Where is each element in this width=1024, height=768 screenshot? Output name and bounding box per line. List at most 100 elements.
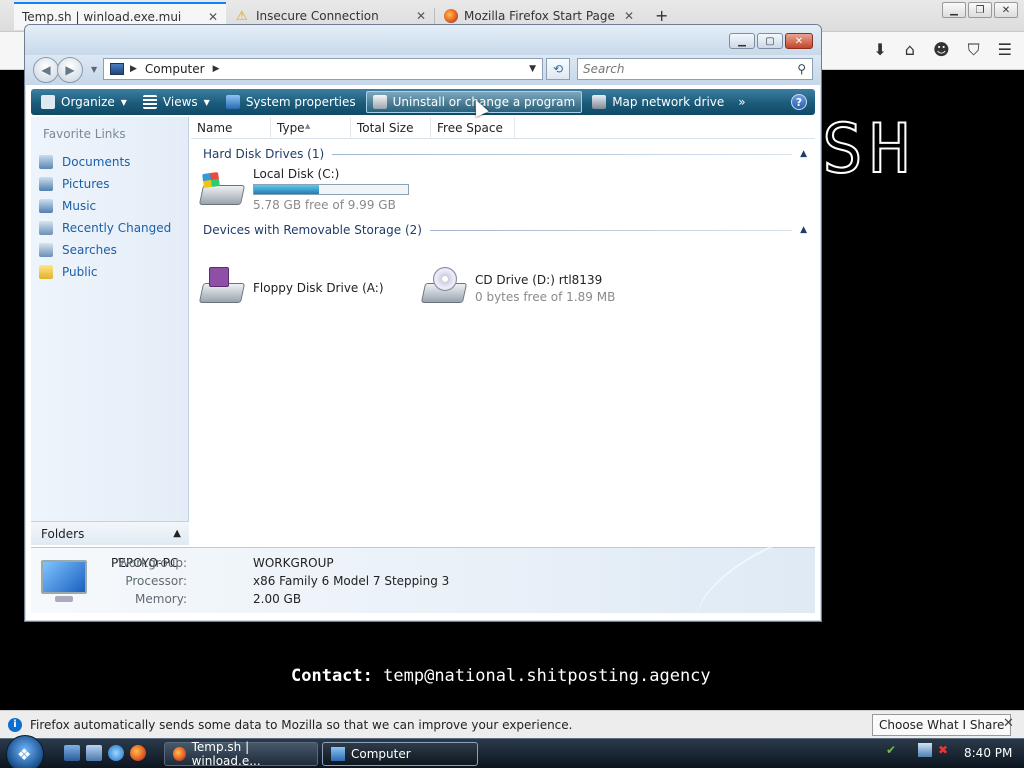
contact-email[interactable]: temp@national.shitposting.agency xyxy=(383,666,711,686)
start-button[interactable]: ❖ xyxy=(6,735,44,768)
pocket-icon[interactable]: ⛉ xyxy=(968,40,980,60)
explorer-title-bar[interactable]: ▁ ▢ ✕ xyxy=(25,25,821,55)
tab-close-icon[interactable]: ✕ xyxy=(416,9,426,23)
explorer-window-controls: ▁ ▢ ✕ xyxy=(729,33,813,49)
navigation-pane: Favorite Links Documents Pictures Music … xyxy=(31,117,189,545)
tab-close-icon[interactable]: ✕ xyxy=(624,9,634,23)
new-tab-button[interactable]: + xyxy=(655,6,668,25)
group-header-removable[interactable]: Devices with Removable Storage (2) ▲ xyxy=(203,223,807,237)
workgroup-value: WORKGROUP xyxy=(253,556,334,570)
decorative-swoosh xyxy=(679,537,811,621)
close-icon[interactable]: ✕ xyxy=(1003,716,1014,731)
warning-icon: ⚠ xyxy=(236,9,248,24)
help-icon[interactable]: ? xyxy=(791,94,807,110)
chevron-up-icon[interactable]: ▲ xyxy=(800,225,807,235)
download-icon[interactable]: ⬇ xyxy=(873,40,886,60)
search-input[interactable]: Search ⚲ xyxy=(577,58,813,80)
group-divider xyxy=(332,153,793,155)
tab-title: Insecure Connection xyxy=(256,9,379,23)
switch-windows-icon[interactable] xyxy=(86,745,102,761)
column-header-name[interactable]: Name xyxy=(191,117,271,138)
restore-icon[interactable]: ❐ xyxy=(968,2,992,18)
clock[interactable]: 8:40 PM xyxy=(964,746,1012,760)
organize-label: Organize xyxy=(61,95,115,109)
close-icon[interactable]: ✕ xyxy=(994,2,1018,18)
folders-label: Folders xyxy=(41,526,85,541)
details-pane: PEPOYO-PC Workgroup: WORKGROUP Processor… xyxy=(31,537,815,621)
address-row: ◀ ▶ ▼ ▶ Computer ▶ ▼ ⟲ Search ⚲ xyxy=(25,55,821,85)
chevron-down-icon[interactable]: ▼ xyxy=(529,64,536,74)
chevron-right-icon[interactable]: ▶ xyxy=(130,64,137,74)
favorite-links-list: Documents Pictures Music Recently Change… xyxy=(39,151,171,283)
sidebar-item-recently-changed[interactable]: Recently Changed xyxy=(39,217,171,239)
views-button[interactable]: Views ▼ xyxy=(137,91,216,113)
show-desktop-icon[interactable] xyxy=(64,745,80,761)
extension-icon[interactable]: ☻ xyxy=(933,40,950,60)
security-icon[interactable]: ✔ xyxy=(886,743,900,757)
search-icon[interactable]: ⚲ xyxy=(797,62,806,76)
taskbar-button-label: Temp.sh | winload.e... xyxy=(191,740,261,768)
drive-info: CD Drive (D:) rtl8139 0 bytes free of 1.… xyxy=(475,273,615,304)
chevron-up-icon[interactable]: ▲ xyxy=(800,149,807,159)
tab-separator xyxy=(434,8,435,24)
group-header-hdd[interactable]: Hard Disk Drives (1) ▲ xyxy=(203,147,807,161)
tab-title: Mozilla Firefox Start Page xyxy=(464,9,615,23)
choose-what-i-share-button[interactable]: Choose What I Share xyxy=(872,714,1012,736)
network-icon[interactable] xyxy=(918,743,932,757)
drive-cd-d[interactable]: CD Drive (D:) rtl8139 0 bytes free of 1.… xyxy=(420,265,615,309)
nav-toolbar-icons: ⬇ ⌂ ☻ ⛉ ☰ xyxy=(873,40,1012,60)
menu-icon[interactable]: ☰ xyxy=(998,40,1012,60)
taskbar-button-label: Computer xyxy=(351,747,411,761)
sidebar-item-music[interactable]: Music xyxy=(39,195,171,217)
close-icon[interactable]: ✕ xyxy=(785,33,813,49)
memory-value: 2.00 GB xyxy=(253,592,302,606)
home-icon[interactable]: ⌂ xyxy=(905,40,915,60)
refresh-button[interactable]: ⟲ xyxy=(546,58,570,80)
sidebar-item-public[interactable]: Public xyxy=(39,261,171,283)
drive-name: CD Drive (D:) rtl8139 xyxy=(475,273,603,287)
tab-close-icon[interactable]: ✕ xyxy=(208,10,218,24)
computer-monitor-icon xyxy=(37,560,91,604)
more-commands-button[interactable]: » xyxy=(738,95,745,109)
drive-floppy-a[interactable]: Floppy Disk Drive (A:) xyxy=(198,265,384,309)
address-bar[interactable]: ▶ Computer ▶ ▼ xyxy=(103,58,543,80)
sidebar-item-pictures[interactable]: Pictures xyxy=(39,173,171,195)
chevron-right-icon[interactable]: ▶ xyxy=(213,64,220,74)
organize-button[interactable]: Organize ▼ xyxy=(35,91,133,113)
system-properties-button[interactable]: System properties xyxy=(220,91,362,113)
sidebar-item-searches[interactable]: Searches xyxy=(39,239,171,261)
forward-icon[interactable]: ▶ xyxy=(57,57,83,83)
file-list: Name ▲ Type Total Size Free Space Hard D… xyxy=(191,117,815,545)
taskbar-button-computer[interactable]: Computer xyxy=(322,742,478,766)
hard-disk-icon xyxy=(198,167,247,211)
column-headers: Name ▲ Type Total Size Free Space xyxy=(191,117,815,139)
drive-local-disk-c[interactable]: Local Disk (C:) 5.78 GB free of 9.99 GB xyxy=(198,167,409,212)
chevron-down-icon[interactable]: ▼ xyxy=(91,65,97,74)
contact-label: Contact: xyxy=(291,666,373,686)
drive-info: Floppy Disk Drive (A:) xyxy=(253,281,384,295)
column-header-type[interactable]: ▲ Type xyxy=(271,117,351,138)
notice-text: Firefox automatically sends some data to… xyxy=(30,717,573,732)
back-icon[interactable]: ◀ xyxy=(33,57,59,83)
minimize-icon[interactable]: ▁ xyxy=(729,33,755,49)
programs-icon xyxy=(372,95,387,109)
column-header-free-space[interactable]: Free Space xyxy=(431,117,515,138)
folders-toggle[interactable]: Folders ▲ xyxy=(31,521,189,545)
map-network-drive-button[interactable]: Map network drive xyxy=(586,91,730,113)
sidebar-item-label: Documents xyxy=(62,155,131,169)
sidebar-item-documents[interactable]: Documents xyxy=(39,151,171,173)
windows-logo-icon: ❖ xyxy=(17,745,32,764)
drive-name: Floppy Disk Drive (A:) xyxy=(253,281,384,295)
nav-buttons: ◀ ▶ xyxy=(33,57,83,83)
address-location[interactable]: Computer xyxy=(145,62,205,76)
chevron-down-icon: ▼ xyxy=(120,97,127,107)
maximize-icon[interactable]: ▢ xyxy=(757,33,783,49)
minimize-icon[interactable]: ▁ xyxy=(942,2,966,18)
firefox-icon[interactable] xyxy=(130,745,146,761)
taskbar-button-firefox[interactable]: Temp.sh | winload.e... xyxy=(164,740,318,768)
volume-muted-icon[interactable]: ✖ xyxy=(938,743,952,757)
drive-free-space: 0 bytes free of 1.89 MB xyxy=(475,290,616,304)
internet-explorer-icon[interactable] xyxy=(108,745,124,761)
column-header-total-size[interactable]: Total Size xyxy=(351,117,431,138)
workgroup-label: Workgroup: xyxy=(117,556,187,570)
